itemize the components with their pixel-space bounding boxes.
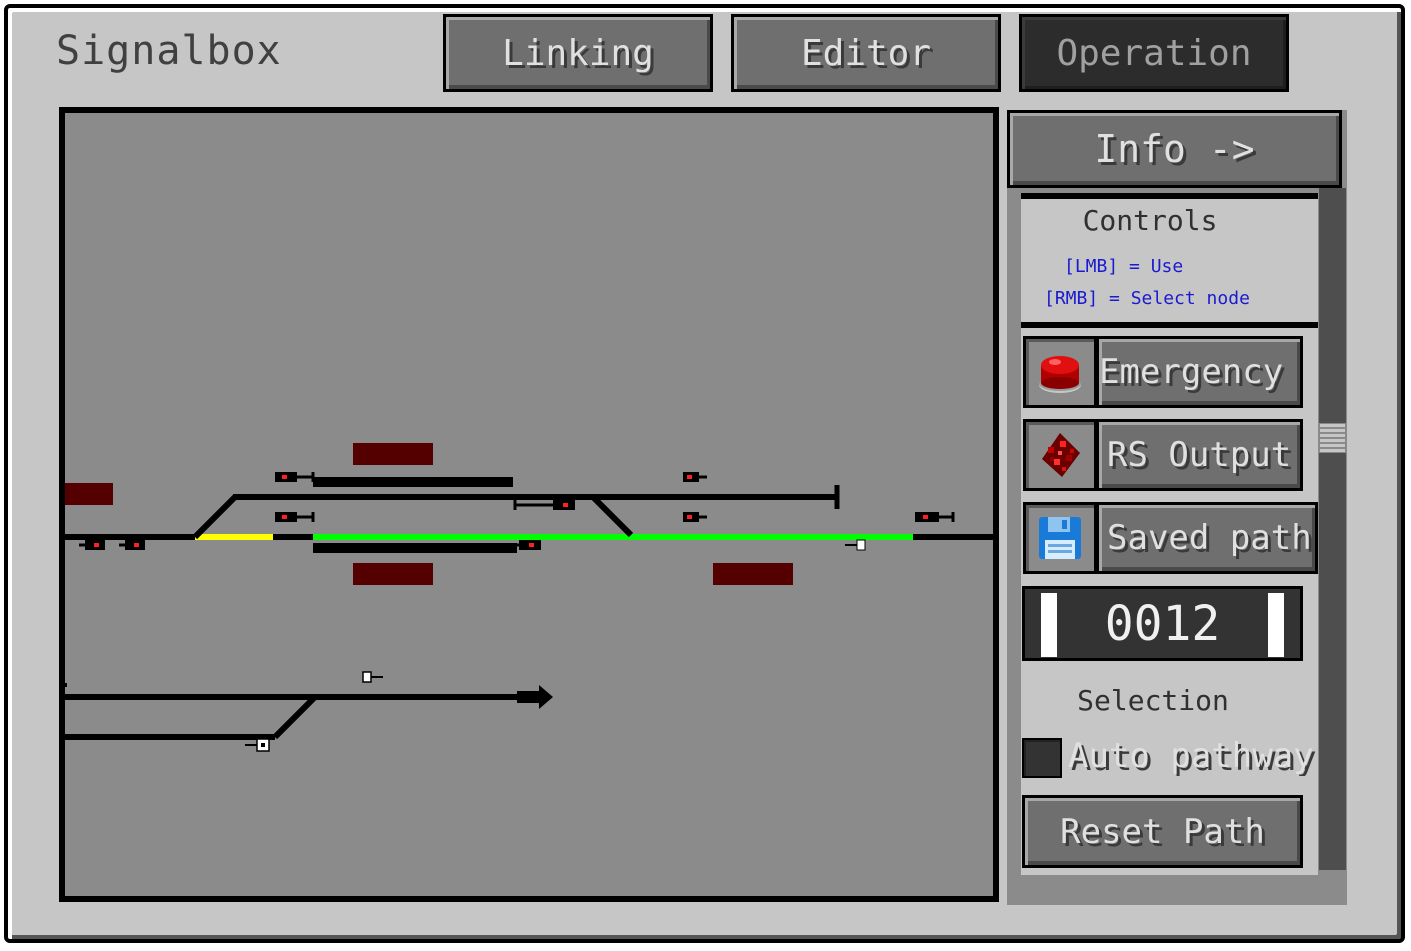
saved-path-button[interactable]: Saved path [1096,502,1318,574]
auto-pathway-label[interactable]: Auto pathway [1068,736,1318,776]
controls-heading: Controls [1082,204,1218,237]
occupied-block [353,443,433,465]
track-segment [272,694,318,740]
emergency-button[interactable]: Emergency [1096,336,1303,408]
platform [313,543,517,553]
signal [79,540,105,550]
redstone-dust-icon [1042,433,1080,477]
track-node [245,738,270,752]
hint-rmb: [RMB] = Select node [1044,288,1250,309]
signal [683,472,707,482]
signal [275,512,315,522]
signal [683,512,707,522]
track-plan-diagram [65,443,993,752]
auto-pathway-checkbox[interactable] [1022,738,1062,778]
rs-output-button[interactable]: RS Output [1096,419,1303,491]
occupied-block [65,483,113,505]
red-button-icon [1039,356,1081,393]
counter-left-marker [1041,593,1057,657]
reset-path-button[interactable]: Reset Path [1022,795,1303,868]
counter-value: 0012 [1104,595,1221,652]
floppy-disk-icon [1039,517,1081,559]
counter-right-marker [1268,593,1284,657]
tab-linking[interactable]: Linking [443,14,713,92]
track-exit-arrow [517,685,553,709]
tab-editor[interactable]: Editor [731,14,1001,92]
occupied-block [353,563,433,585]
window-title: Signalbox [56,28,282,74]
hint-lmb: [LMB] = Use [1064,256,1184,277]
track-node [362,671,383,683]
emergency-icon-slot[interactable] [1023,336,1097,408]
rs-output-icon-slot[interactable] [1023,419,1097,491]
saved-path-icon-slot[interactable] [1023,502,1097,574]
signal [275,472,315,482]
selection-heading: Selection [1077,684,1229,717]
platform [313,477,513,487]
info-button[interactable]: Info -> [1007,110,1342,188]
tab-operation[interactable]: Operation [1019,14,1289,92]
pathway-counter: 0012 [1022,586,1303,661]
track-segment [590,494,634,538]
sidebar-scrollbar[interactable] [1319,188,1346,870]
signal [513,500,575,510]
divider [1021,322,1318,328]
scrollbar-thumb[interactable] [1319,423,1346,453]
signal [119,540,145,550]
track-segment [192,494,238,540]
occupied-block [713,563,793,585]
signal [915,512,955,522]
track-node [845,539,866,551]
track-plan-canvas[interactable] [59,107,999,902]
